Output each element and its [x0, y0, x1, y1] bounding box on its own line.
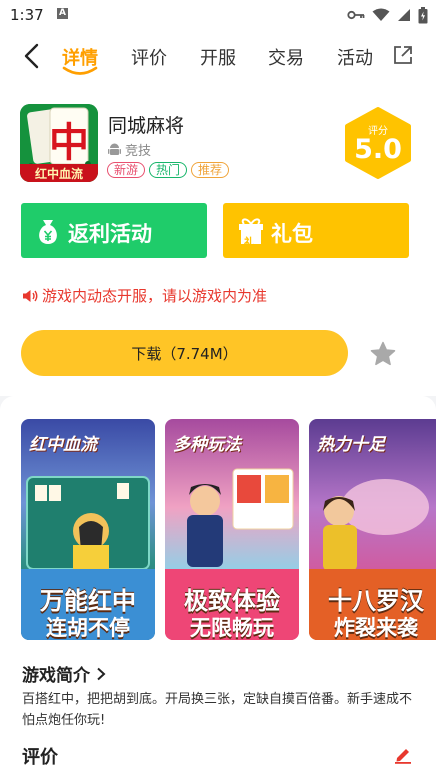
app-category-label: 竞技 — [125, 144, 152, 159]
tag-recommended: 推荐 — [191, 162, 230, 178]
signal-icon — [398, 9, 410, 21]
screenshot-3-caption-line1: 十八罗汉 — [328, 587, 424, 615]
android-icon — [108, 143, 121, 155]
active-tab-indicator — [62, 66, 98, 75]
wifi-icon — [372, 8, 390, 21]
screenshot-2-caption-line2: 无限畅玩 — [190, 616, 274, 640]
favorite-star-icon[interactable] — [370, 341, 396, 367]
app-icon-banner-text: 红中血流 — [34, 167, 83, 181]
app-category: 竞技 — [108, 140, 151, 159]
score-badge: 评分 5.0 — [344, 107, 412, 179]
status-time: 1:37 — [10, 6, 44, 24]
rebate-button-label: 返利活动 — [68, 222, 152, 246]
screenshot-2-title: 多种玩法 — [173, 435, 241, 455]
battery-icon — [418, 6, 428, 23]
gift-button-label: 礼包 — [271, 222, 313, 246]
gift-box-icon-text: 礼 — [244, 236, 255, 249]
screenshot-1-caption-line1: 万能红中 — [40, 587, 136, 615]
rebate-button[interactable]: 返利活动 — [21, 203, 207, 258]
notification-icon: A — [57, 8, 68, 19]
tab-trade[interactable]: 交易 — [268, 44, 304, 70]
content-card: 红中血流 万能红中 连胡不停 多种玩法 极致体验 无限畅玩 热力十足 十八罗汉 … — [0, 396, 436, 775]
score-value: 5.0 — [354, 134, 402, 165]
intro-body: 百搭红中，把把胡到底。开局换三张，定缺自摸百倍番。新手速成不怕点炮任你玩! — [22, 692, 413, 728]
intro-header[interactable]: 游戏简介 — [22, 661, 106, 686]
screenshot-1-title: 红中血流 — [29, 435, 97, 455]
gift-button[interactable]: 礼 礼包 — [223, 203, 409, 258]
app-name: 同城麻将 — [108, 115, 185, 137]
screenshot-1-caption-line2: 连胡不停 — [46, 616, 130, 640]
status-bar: 1:37 A — [0, 0, 436, 30]
screenshot-2-caption-line1: 极致体验 — [184, 587, 280, 615]
key-icon — [347, 10, 365, 20]
tab-reviews[interactable]: 评价 — [131, 44, 167, 70]
share-icon[interactable] — [392, 44, 414, 66]
tag-hot: 热门 — [149, 162, 188, 178]
money-bag-icon — [39, 220, 57, 244]
chevron-right-icon — [97, 667, 106, 680]
app-icon-tile-text: 中 — [49, 120, 89, 166]
app-header-panel: 1:37 A 详情 评价 开服 交易 活动 中 红中血流 同城麻将 竞技 新游 … — [0, 0, 436, 396]
download-button-label: 下载（7.74M） — [131, 345, 238, 363]
intro-title: 游戏简介 — [22, 666, 90, 686]
server-notice-text: 游戏内动态开服，请以游戏内为准 — [42, 287, 268, 305]
edit-pen-icon[interactable] — [394, 746, 412, 764]
status-icons — [347, 6, 428, 24]
reviews-title: 评价 — [22, 747, 58, 768]
tab-events[interactable]: 活动 — [337, 44, 373, 70]
download-button[interactable]: 下载（7.74M） — [21, 330, 348, 376]
server-notice: 游戏内动态开服，请以游戏内为准 — [22, 285, 267, 306]
nav-bar: 详情 评价 开服 交易 活动 — [0, 36, 436, 80]
speaker-icon — [23, 289, 38, 302]
app-tags: 新游 热门 推荐 — [107, 162, 230, 178]
tag-new: 新游 — [107, 162, 146, 178]
screenshot-2[interactable]: 多种玩法 极致体验 无限畅玩 — [165, 419, 299, 640]
screenshot-3[interactable]: 热力十足 十八罗汉 炸裂来袭 — [309, 419, 436, 640]
screenshot-3-caption-line2: 炸裂来袭 — [334, 616, 418, 640]
screenshot-3-title: 热力十足 — [317, 435, 385, 455]
app-icon: 中 红中血流 — [20, 104, 98, 182]
back-arrow-icon[interactable] — [20, 42, 44, 70]
tab-servers[interactable]: 开服 — [200, 44, 236, 70]
screenshot-1[interactable]: 红中血流 万能红中 连胡不停 — [21, 419, 155, 640]
